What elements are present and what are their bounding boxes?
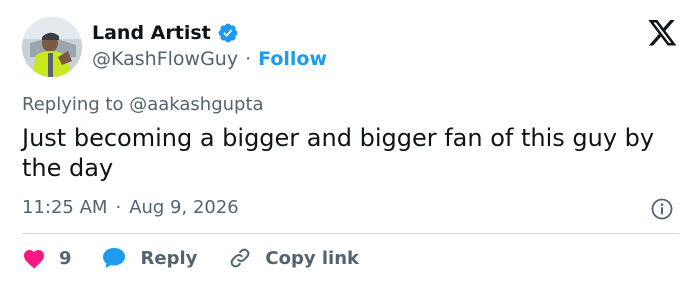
tweet-time: 11:25 AM xyxy=(22,197,108,218)
x-logo-icon[interactable] xyxy=(647,20,678,48)
copy-link-button[interactable]: Copy link xyxy=(227,246,359,270)
divider xyxy=(22,233,679,234)
info-icon[interactable] xyxy=(650,197,674,221)
tweet-timestamp[interactable]: 11:25 AM · Aug 9, 2026 xyxy=(22,197,239,218)
tweet-text: Just becoming a bigger and bigger fan of… xyxy=(22,124,655,182)
replying-to-prefix: Replying to xyxy=(22,94,124,115)
replying-to: Replying to @aakashgupta xyxy=(22,94,264,115)
reply-label: Reply xyxy=(140,247,198,269)
author-handle[interactable]: @KashFlowGuy xyxy=(92,48,238,70)
link-icon xyxy=(231,248,250,268)
handle-separator: · xyxy=(245,48,252,70)
avatar[interactable] xyxy=(22,17,82,77)
copy-link-label: Copy link xyxy=(265,247,359,269)
author-handle-row: @KashFlowGuy · Follow xyxy=(92,48,327,70)
author-name-row: Land Artist xyxy=(92,22,239,44)
like-button[interactable]: 9 xyxy=(22,247,72,269)
verified-badge-icon xyxy=(218,23,238,43)
action-bar: 9 Reply Copy link xyxy=(22,246,359,270)
timestamp-separator: · xyxy=(115,197,122,218)
heart-icon xyxy=(24,250,44,269)
speech-bubble-icon xyxy=(102,248,125,268)
display-name[interactable]: Land Artist xyxy=(92,22,211,44)
avatar-photo xyxy=(22,17,82,77)
follow-button[interactable]: Follow xyxy=(258,48,327,70)
like-count: 9 xyxy=(59,247,72,269)
reply-button[interactable]: Reply xyxy=(101,246,198,270)
replying-to-mention[interactable]: @aakashgupta xyxy=(129,94,263,115)
tweet-date: Aug 9, 2026 xyxy=(129,197,239,218)
tweet-embed-card: Land Artist @KashFlowGuy · Follow Replyi… xyxy=(0,0,700,287)
